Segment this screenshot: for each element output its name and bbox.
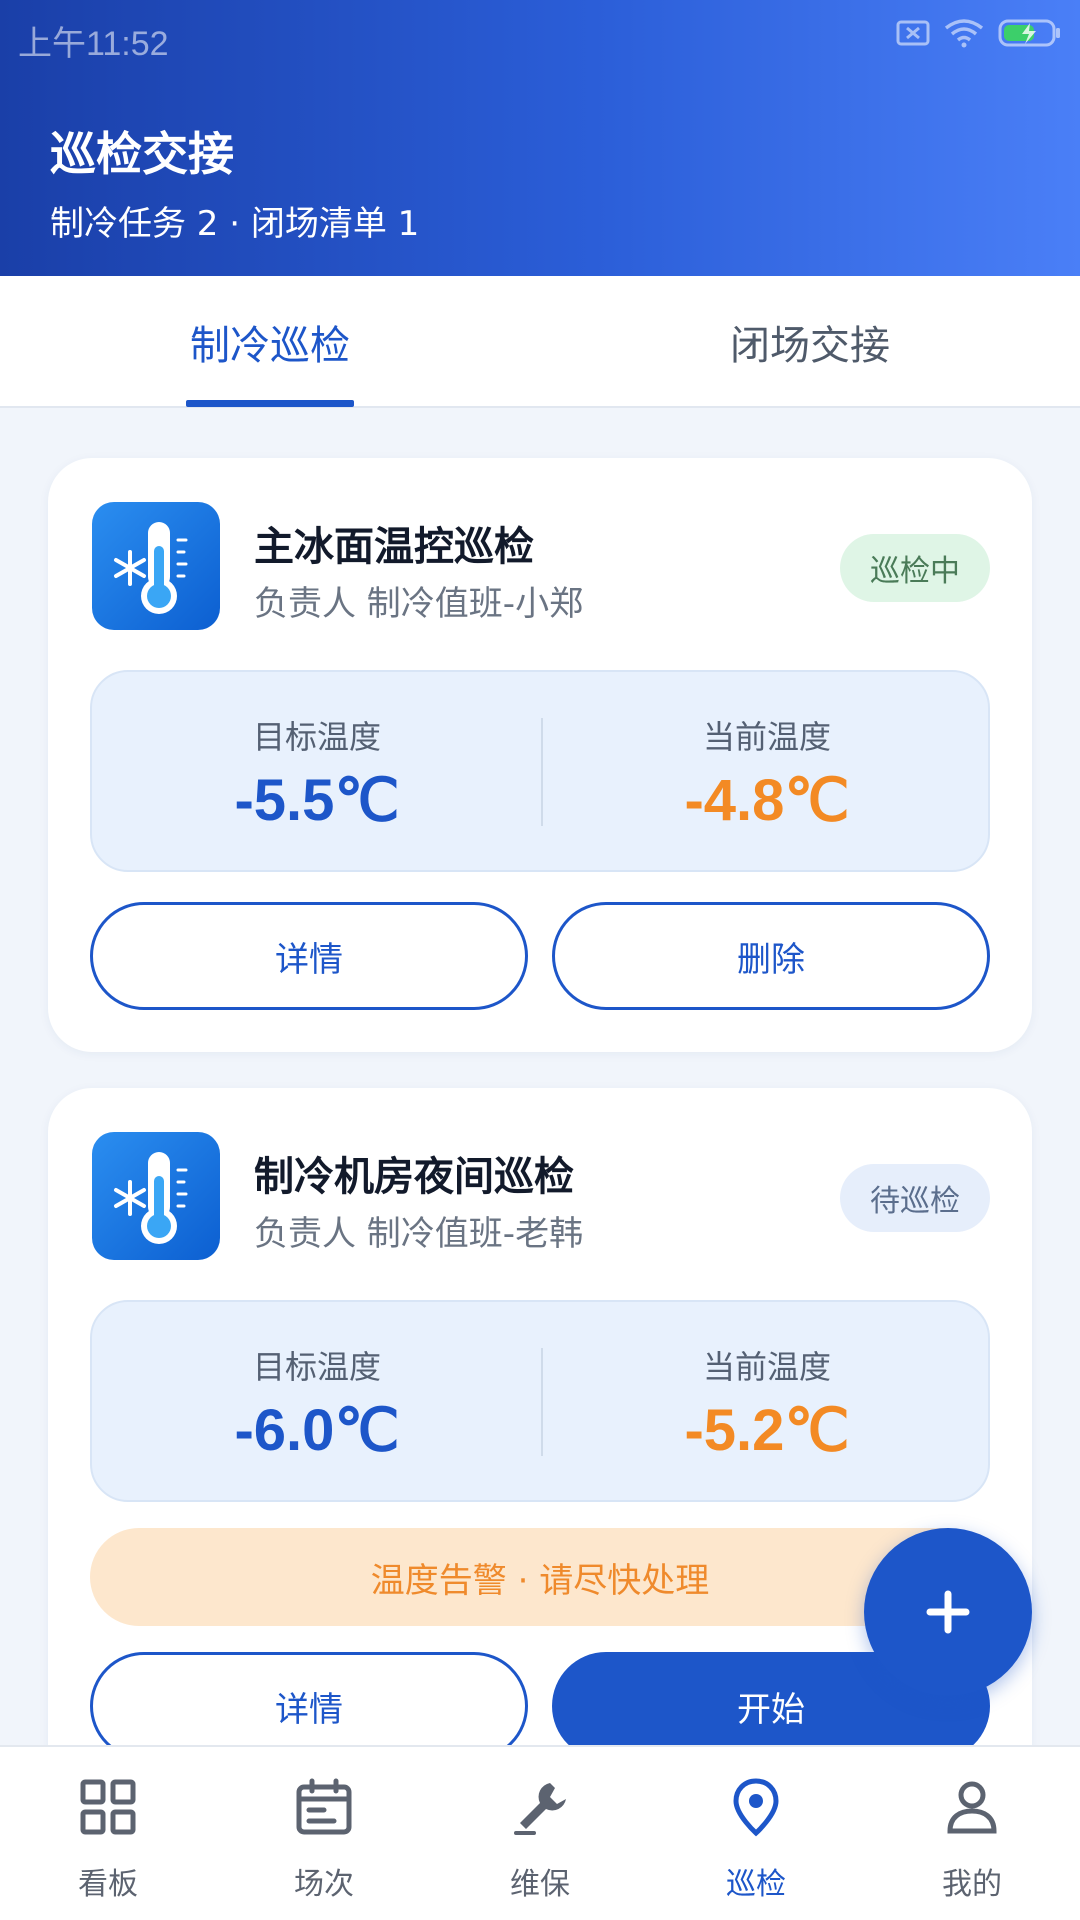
grid-icon bbox=[80, 1779, 136, 1835]
status-bar: 上午11:52 bbox=[0, 0, 1080, 72]
status-badge: 待巡检 bbox=[840, 1164, 990, 1232]
target-temperature-label: 目标温度 bbox=[252, 718, 381, 756]
plus-icon bbox=[926, 1590, 970, 1634]
delete-button[interactable]: 删除 bbox=[552, 902, 990, 1010]
target-temperature-value: -6.0℃ bbox=[234, 1398, 400, 1463]
current-temperature-value: -4.8℃ bbox=[684, 768, 850, 833]
current-temperature-value: -5.2℃ bbox=[684, 1398, 850, 1463]
status-badge: 巡检中 bbox=[840, 534, 990, 602]
page-subtitle: 制冷任务 2 · 闭场清单 1 bbox=[50, 204, 420, 244]
details-button[interactable]: 详情 bbox=[90, 1652, 528, 1760]
nav-label: 维保 bbox=[510, 1867, 570, 1902]
wifi-icon bbox=[944, 19, 984, 48]
target-temperature-value: -5.5℃ bbox=[234, 768, 400, 833]
battery-charging-icon bbox=[998, 19, 1060, 47]
app-header: 上午11:52 巡检交接 制冷任务 2 · 闭场清单 1 bbox=[0, 0, 1080, 276]
tab-refrigeration-inspection[interactable]: 制冷巡检 bbox=[140, 276, 400, 408]
sim-error-icon bbox=[896, 20, 930, 46]
current-temperature-label: 当前温度 bbox=[702, 1348, 831, 1386]
inspection-card[interactable]: 主冰面温控巡检 负责人 制冷值班-小郑 巡检中 目标温度 -5.5℃ 当前温度 … bbox=[48, 458, 1032, 1052]
card-title: 主冰面温控巡检 bbox=[254, 524, 534, 570]
nav-item-inspection[interactable]: 巡检 bbox=[676, 1747, 836, 1920]
nav-item-dashboard[interactable]: 看板 bbox=[28, 1747, 188, 1920]
bottom-navigation: 看板 场次 维保 巡检 我的 bbox=[0, 1745, 1080, 1920]
nav-label: 场次 bbox=[294, 1867, 354, 1902]
inspection-card[interactable]: 制冷机房夜间巡检 负责人 制冷值班-老韩 待巡检 目标温度 -6.0℃ 当前温度… bbox=[48, 1088, 1032, 1788]
status-icons bbox=[896, 18, 1062, 48]
card-title: 制冷机房夜间巡检 bbox=[254, 1154, 574, 1200]
screen: 上午11:52 巡检交接 制冷任务 2 · 闭场清单 1 制冷巡检 闭场交接 主… bbox=[0, 0, 1080, 1920]
temperature-panel: 目标温度 -5.5℃ 当前温度 -4.8℃ bbox=[90, 670, 990, 872]
card-owner: 负责人 制冷值班-小郑 bbox=[254, 584, 584, 624]
current-temperature-label: 当前温度 bbox=[702, 718, 831, 756]
thermometer-snowflake-icon bbox=[92, 502, 220, 630]
temperature-panel: 目标温度 -6.0℃ 当前温度 -5.2℃ bbox=[90, 1300, 990, 1502]
thermometer-snowflake-icon bbox=[92, 1132, 220, 1260]
person-icon bbox=[947, 1781, 997, 1834]
location-pin-icon bbox=[733, 1778, 779, 1837]
details-button[interactable]: 详情 bbox=[90, 902, 528, 1010]
nav-label: 我的 bbox=[942, 1867, 1002, 1902]
status-time: 上午11:52 bbox=[18, 25, 169, 63]
tab-closing-handover[interactable]: 闭场交接 bbox=[680, 276, 940, 408]
target-temperature-label: 目标温度 bbox=[252, 1348, 381, 1386]
tab-active-indicator bbox=[186, 400, 354, 407]
current-temperature: 当前温度 -4.8℃ bbox=[542, 672, 992, 874]
card-owner: 负责人 制冷值班-老韩 bbox=[254, 1214, 584, 1254]
tab-bar: 制冷巡检 闭场交接 bbox=[0, 276, 1080, 408]
nav-item-maintenance[interactable]: 维保 bbox=[460, 1747, 620, 1920]
calendar-icon bbox=[296, 1778, 352, 1835]
wrench-icon bbox=[514, 1783, 566, 1835]
target-temperature: 目标温度 -6.0℃ bbox=[92, 1302, 542, 1504]
add-button[interactable] bbox=[864, 1528, 1032, 1696]
temperature-alert-banner: 温度告警 · 请尽快处理 bbox=[90, 1528, 990, 1626]
target-temperature: 目标温度 -5.5℃ bbox=[92, 672, 542, 874]
nav-item-sessions[interactable]: 场次 bbox=[244, 1747, 404, 1920]
nav-label: 看板 bbox=[78, 1867, 138, 1902]
current-temperature: 当前温度 -5.2℃ bbox=[542, 1302, 992, 1504]
page-title: 巡检交接 bbox=[50, 127, 234, 181]
nav-label: 巡检 bbox=[726, 1867, 786, 1902]
nav-item-profile[interactable]: 我的 bbox=[892, 1747, 1052, 1920]
